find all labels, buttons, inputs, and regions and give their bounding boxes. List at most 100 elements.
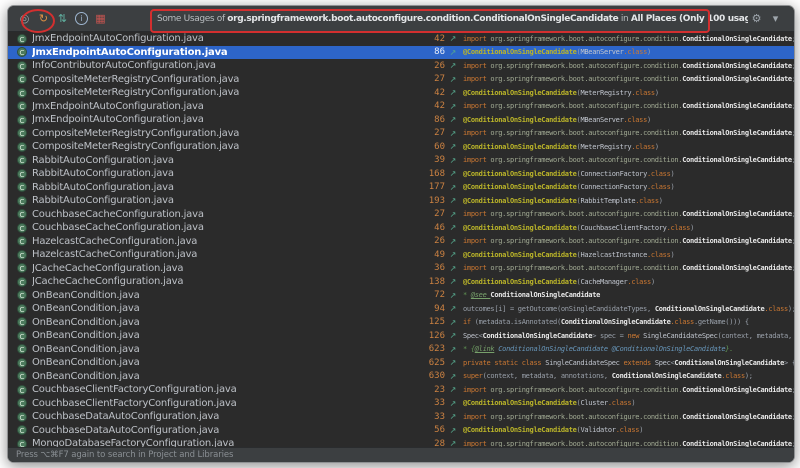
usage-line-number: 623 — [409, 344, 445, 354]
class-icon: C — [17, 277, 27, 287]
code-segment: @ConditionalOnSingleCandidate — [463, 426, 577, 434]
usage-line-number: 27 — [409, 74, 445, 84]
header-segment: All Places — [631, 14, 679, 24]
usage-location: CJmxEndpointAutoConfiguration.java — [17, 47, 409, 58]
usage-line-number: 72 — [409, 290, 445, 300]
usage-row[interactable]: CHazelcastCacheConfiguration.java49↗@Con… — [8, 248, 794, 262]
usage-row[interactable]: CCompositeMeterRegistryConfiguration.jav… — [8, 86, 794, 100]
filter-icon[interactable]: ▾ — [767, 10, 784, 28]
usage-row[interactable]: CRabbitAutoConfiguration.java193↗@Condit… — [8, 194, 794, 208]
usage-filename: CouchbaseClientFactoryConfiguration.java — [32, 384, 237, 395]
usage-row[interactable]: CRabbitAutoConfiguration.java168↗@Condit… — [8, 167, 794, 181]
usage-row[interactable]: CCompositeMeterRegistryConfiguration.jav… — [8, 127, 794, 141]
expand-all-icon[interactable]: ⇅ — [54, 10, 71, 28]
usage-row[interactable]: CHazelcastCacheConfiguration.java26↗impo… — [8, 235, 794, 249]
code-segment: import — [463, 210, 490, 218]
usage-location: CRabbitAutoConfiguration.java — [17, 182, 409, 193]
usage-row[interactable]: CRabbitAutoConfiguration.java177↗@Condit… — [8, 181, 794, 195]
usage-row[interactable]: CJmxEndpointAutoConfiguration.java86↗@Co… — [8, 46, 794, 60]
code-segment: ) — [651, 278, 655, 286]
code-segment: ConditionalOnSingleCandidate — [655, 305, 765, 313]
code-segment: .class — [624, 116, 648, 124]
code-segment: ConditionalOnSingleCandidate — [682, 129, 792, 137]
usage-line-number: 33 — [409, 398, 445, 408]
code-segment: if — [463, 318, 475, 326]
class-icon: C — [17, 101, 27, 111]
code-segment: ) — [655, 143, 659, 151]
usage-row[interactable]: COnBeanCondition.java72↗* @see Condition… — [8, 289, 794, 303]
wrench-icon[interactable]: ⚙ — [748, 10, 765, 28]
usages-header: Some Usages of org.springframework.boot.… — [157, 14, 748, 24]
usage-row[interactable]: COnBeanCondition.java125↗if (metadata.is… — [8, 316, 794, 330]
usage-type-icon: ↗ — [445, 399, 461, 408]
usage-row[interactable]: COnBeanCondition.java623↗* {@link Condit… — [8, 343, 794, 357]
usage-row[interactable]: CCouchbaseClientFactoryConfiguration.jav… — [8, 397, 794, 411]
usage-type-icon: ↗ — [445, 358, 461, 367]
code-segment: import — [463, 129, 490, 137]
code-segment: ConditionalOnSingleCandidate — [682, 413, 792, 421]
code-segment: ConditionalOnSingleCandidate — [612, 372, 722, 380]
usage-row[interactable]: CCouchbaseCacheConfiguration.java46↗@Con… — [8, 221, 794, 235]
usage-location: CCompositeMeterRegistryConfiguration.jav… — [17, 87, 409, 98]
usage-row[interactable]: CJmxEndpointAutoConfiguration.java42↗imp… — [8, 100, 794, 114]
usage-filename: RabbitAutoConfiguration.java — [32, 155, 174, 166]
usage-location: COnBeanCondition.java — [17, 303, 409, 314]
code-segment: import — [463, 102, 490, 110]
usage-row[interactable]: CCompositeMeterRegistryConfiguration.jav… — [8, 73, 794, 87]
class-icon: C — [17, 236, 27, 246]
class-icon: C — [17, 385, 27, 395]
code-segment: org.springframework.boot.autoconfigure.c… — [490, 156, 682, 164]
usage-line-number: 193 — [409, 196, 445, 206]
code-segment: org.springframework.boot.autoconfigure.c… — [490, 75, 682, 83]
usage-code: import org.springframework.boot.autoconf… — [463, 386, 794, 394]
code-segment: Validator — [580, 426, 615, 434]
code-segment: ConnectionFactory — [580, 183, 647, 191]
code-segment: ) — [659, 197, 663, 205]
usage-row[interactable]: COnBeanCondition.java625↗private static … — [8, 356, 794, 370]
usage-row[interactable]: CJmxEndpointAutoConfiguration.java42↗imp… — [8, 32, 794, 46]
code-segment: import — [463, 413, 490, 421]
usage-row[interactable]: COnBeanCondition.java630↗super(context, … — [8, 370, 794, 384]
code-segment: import — [463, 237, 490, 245]
usage-row[interactable]: C CouchbaseClientFactoryConfiguration.jav… — [8, 383, 794, 397]
code-segment: MeterRegistry — [580, 143, 631, 151]
code-segment: Cluster — [580, 399, 607, 407]
usage-row[interactable]: CJCacheCacheConfiguration.java138↗@Condi… — [8, 275, 794, 289]
pin-icon[interactable]: ◎ — [16, 10, 33, 28]
usage-filename: OnBeanCondition.java — [32, 290, 140, 301]
usage-row[interactable]: CJCacheCacheConfiguration.java36↗import … — [8, 262, 794, 276]
code-segment: org.springframework.boot.autoconfigure.c… — [490, 102, 682, 110]
code-segment: ConditionalOnSingleCandidate — [483, 332, 593, 340]
usage-line-number: 27 — [409, 209, 445, 219]
usage-row[interactable]: CJmxEndpointAutoConfiguration.java86↗@Co… — [8, 113, 794, 127]
stop-icon[interactable]: ▦ — [92, 10, 109, 28]
code-segment: ) — [647, 116, 651, 124]
usage-line-number: 27 — [409, 128, 445, 138]
code-segment: SingleCandidateSpec — [643, 332, 717, 340]
class-icon: C — [17, 182, 27, 192]
usage-row[interactable]: CCouchbaseDataAutoConfiguration.java33↗i… — [8, 410, 794, 424]
class-icon: C — [17, 88, 27, 98]
usage-row[interactable]: CCouchbaseCacheConfiguration.java27↗impo… — [8, 208, 794, 222]
usage-filename: CompositeMeterRegistryConfiguration.java — [32, 74, 239, 85]
usage-filename: OnBeanCondition.java — [32, 371, 140, 382]
class-icon: C — [17, 209, 27, 219]
usage-row[interactable]: CRabbitAutoConfiguration.java39↗import o… — [8, 154, 794, 168]
usage-filename: CompositeMeterRegistryConfiguration.java — [32, 141, 239, 152]
code-segment: ) — [671, 251, 675, 259]
usage-location: CJmxEndpointAutoConfiguration.java — [17, 101, 409, 112]
code-segment: (metadata.isAnnotated( — [475, 318, 561, 326]
info-icon[interactable]: i — [73, 10, 90, 28]
usage-line-number: 86 — [409, 115, 445, 125]
rerun-icon[interactable]: ↻ — [35, 10, 52, 28]
code-segment: import — [463, 62, 490, 70]
code-segment: ConditionalOnSingleCandidate @Conditiona… — [494, 345, 725, 353]
usage-type-icon: ↗ — [445, 331, 461, 340]
usage-filename: OnBeanCondition.java — [32, 317, 140, 328]
usage-row[interactable]: CCouchbaseDataAutoConfiguration.java56↗@… — [8, 424, 794, 438]
usage-row[interactable]: CInfoContributorAutoConfiguration.java26… — [8, 59, 794, 73]
usage-row[interactable]: CCompositeMeterRegistryConfiguration.jav… — [8, 140, 794, 154]
usage-row[interactable]: COnBeanCondition.java94↗outcomes[i] = ge… — [8, 302, 794, 316]
usage-row[interactable]: COnBeanCondition.java126↗Spec<Conditiona… — [8, 329, 794, 343]
usage-type-icon: ↗ — [445, 237, 461, 246]
